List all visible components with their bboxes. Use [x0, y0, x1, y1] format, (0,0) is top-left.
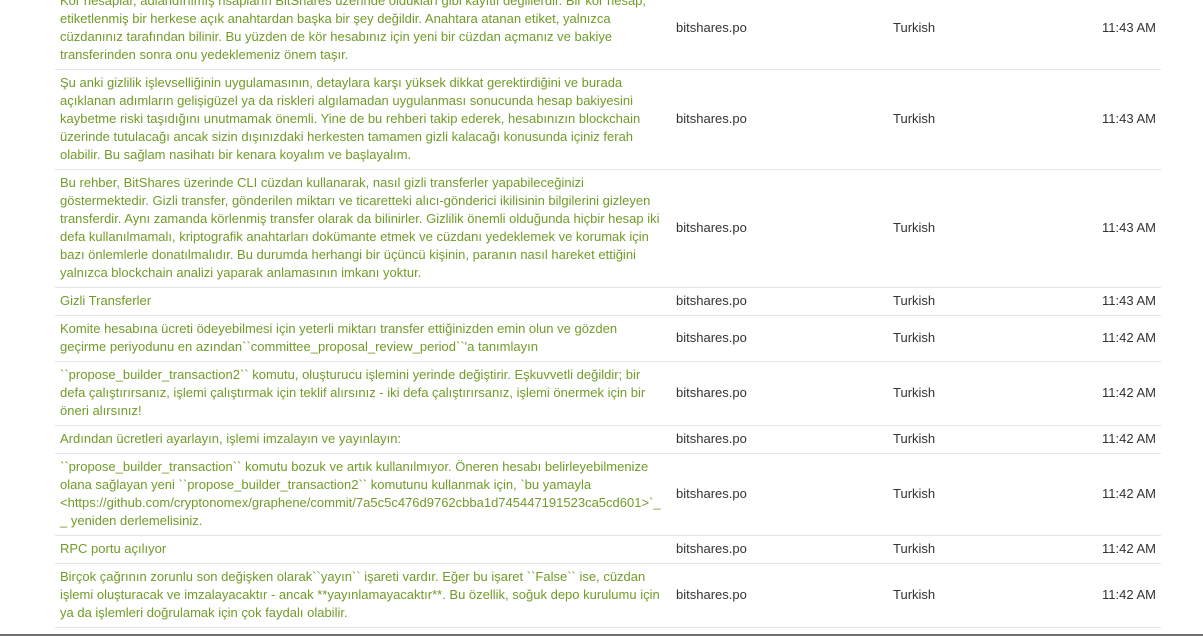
- time-cell: 11:42 AM: [1102, 385, 1156, 400]
- table-row: ``propose_builder_transaction2`` komutu,…: [55, 362, 1161, 426]
- source-text-cell: Birçok çağrının zorunlu son değişken ola…: [55, 564, 671, 628]
- language-cell: Turkish: [893, 20, 936, 35]
- source-text-cell: Bu rehber, BitShares üzerinde CLI cüzdan…: [55, 170, 671, 288]
- project-cell: bitshares.po: [676, 111, 747, 126]
- source-text-link[interactable]: ``propose_builder_transaction`` komutu b…: [60, 459, 661, 528]
- table-row: Ardından ücretleri ayarlayın, işlemi imz…: [55, 426, 1161, 454]
- table-row: ``propose_builder_transaction`` komutu b…: [55, 454, 1161, 536]
- language-cell: Turkish: [893, 486, 936, 501]
- language-cell: Turkish: [893, 587, 936, 602]
- source-text-link[interactable]: Gizli Transferler: [60, 293, 151, 308]
- language-cell: Turkish: [893, 111, 936, 126]
- source-text-cell: Gizli Transferler: [55, 288, 671, 316]
- table-row: Kör hesaplar, adlandırılmış hsapların Bi…: [55, 0, 1161, 70]
- time-cell: 11:43 AM: [1102, 20, 1156, 35]
- language-cell: Turkish: [893, 330, 936, 345]
- table-row: Birçok çağrının zorunlu son değişken ola…: [55, 564, 1161, 628]
- time-cell: 11:42 AM: [1102, 587, 1156, 602]
- table-row: Gizli Transferler bitshares.po Turkish 11:4…: [55, 288, 1161, 316]
- activity-table-body: Kör hesaplar, adlandırılmış hsapların Bi…: [55, 0, 1161, 628]
- time-cell: 11:42 AM: [1102, 431, 1156, 446]
- activity-table: Kör hesaplar, adlandırılmış hsapların Bi…: [55, 0, 1161, 628]
- source-text-link[interactable]: Ardından ücretleri ayarlayın, işlemi imz…: [60, 431, 401, 446]
- time-cell: 11:42 AM: [1102, 541, 1156, 556]
- source-text-cell: ``propose_builder_transaction2`` komutu,…: [55, 362, 671, 426]
- activity-table-wrapper: Kör hesaplar, adlandırılmış hsapların Bi…: [55, 0, 1161, 628]
- language-cell: Turkish: [893, 385, 936, 400]
- source-text-link[interactable]: RPC portu açılıyor: [60, 541, 166, 556]
- time-cell: 11:42 AM: [1102, 486, 1156, 501]
- table-row: Bu rehber, BitShares üzerinde CLI cüzdan…: [55, 170, 1161, 288]
- source-text-link[interactable]: Birçok çağrının zorunlu son değişken ola…: [60, 569, 660, 620]
- source-text-link[interactable]: Komite hesabına ücreti ödeyebilmesi için…: [60, 321, 617, 354]
- language-cell: Turkish: [893, 293, 936, 308]
- page: Kör hesaplar, adlandırılmış hsapların Bi…: [0, 0, 1203, 636]
- project-cell: bitshares.po: [676, 20, 747, 35]
- time-cell: 11:43 AM: [1102, 293, 1156, 308]
- project-cell: bitshares.po: [676, 431, 747, 446]
- project-cell: bitshares.po: [676, 330, 747, 345]
- project-cell: bitshares.po: [676, 587, 747, 602]
- source-text-cell: Komite hesabına ücreti ödeyebilmesi için…: [55, 316, 671, 362]
- language-cell: Turkish: [893, 431, 936, 446]
- source-text-cell: ``propose_builder_transaction`` komutu b…: [55, 454, 671, 536]
- time-cell: 11:43 AM: [1102, 111, 1156, 126]
- source-text-cell: Ardından ücretleri ayarlayın, işlemi imz…: [55, 426, 671, 454]
- language-cell: Turkish: [893, 541, 936, 556]
- project-cell: bitshares.po: [676, 541, 747, 556]
- time-cell: 11:43 AM: [1102, 220, 1156, 235]
- language-cell: Turkish: [893, 220, 936, 235]
- source-text-link[interactable]: Bu rehber, BitShares üzerinde CLI cüzdan…: [60, 175, 660, 280]
- table-row: RPC portu açılıyor bitshares.po Turkish 11:…: [55, 536, 1161, 564]
- source-text-cell: RPC portu açılıyor: [55, 536, 671, 564]
- source-text-cell: Kör hesaplar, adlandırılmış hsapların Bi…: [55, 0, 671, 70]
- project-cell: bitshares.po: [676, 385, 747, 400]
- project-cell: bitshares.po: [676, 486, 747, 501]
- source-text-link[interactable]: Kör hesaplar, adlandırılmış hsapların Bi…: [60, 0, 646, 62]
- time-cell: 11:42 AM: [1102, 330, 1156, 345]
- table-row: Komite hesabına ücreti ödeyebilmesi için…: [55, 316, 1161, 362]
- table-row: Şu anki gizlilik işlevselliğinin uygulam…: [55, 70, 1161, 170]
- source-text-link[interactable]: ``propose_builder_transaction2`` komutu,…: [60, 367, 645, 418]
- project-cell: bitshares.po: [676, 220, 747, 235]
- project-cell: bitshares.po: [676, 293, 747, 308]
- source-text-link[interactable]: Şu anki gizlilik işlevselliğinin uygulam…: [60, 75, 640, 162]
- source-text-cell: Şu anki gizlilik işlevselliğinin uygulam…: [55, 70, 671, 170]
